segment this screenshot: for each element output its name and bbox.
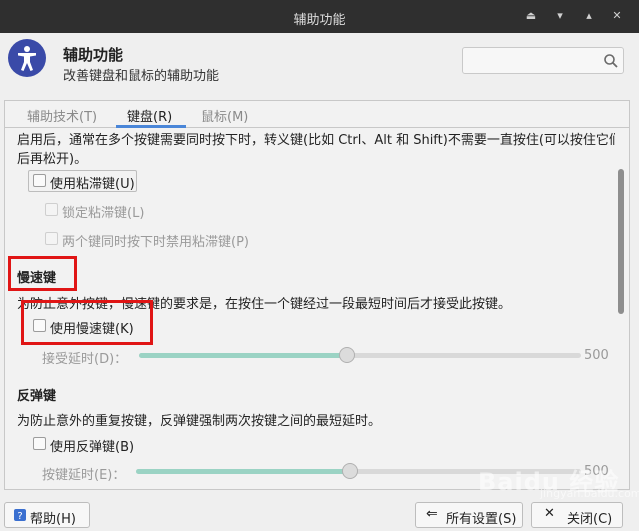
bounce-delay-slider-fill <box>136 469 350 474</box>
close-window-icon[interactable]: ✕ <box>610 9 624 23</box>
help-label: 帮助(H) <box>30 512 76 527</box>
disable-sticky-keys-label: 两个键同时按下时禁用粘滞键(P) <box>62 235 249 250</box>
all-settings-button[interactable]: ⇐ 所有设置(S) <box>415 502 523 528</box>
tab-keyboard[interactable]: 键盘(R) <box>127 106 172 125</box>
watermark-url: jingyan.baidu.com <box>540 487 639 500</box>
window-title: 辅助功能 <box>293 13 346 28</box>
maximize-icon[interactable]: ▴ <box>582 9 596 23</box>
bounce-delay-slider-handle[interactable] <box>342 463 358 479</box>
lock-sticky-keys-checkbox[interactable] <box>45 203 58 216</box>
footer: ? 帮助(H) ⇐ 所有设置(S) ✕ 关闭(C) <box>0 496 639 531</box>
highlight-slow-keys-checkbox <box>21 300 153 345</box>
accessibility-icon <box>8 39 46 77</box>
help-button[interactable]: ? 帮助(H) <box>4 502 90 528</box>
page-subtitle: 改善键盘和鼠标的辅助功能 <box>63 69 220 84</box>
acceptance-delay-slider-fill <box>139 353 347 358</box>
title-bar: 辅助功能 ⏏ ▾ ▴ ✕ <box>0 0 639 33</box>
close-icon: ✕ <box>544 506 555 521</box>
sticky-keys-description-cont: 后再松开)。 <box>17 152 88 167</box>
close-label: 关闭(C) <box>567 512 613 527</box>
acceptance-delay-slider[interactable] <box>139 347 581 363</box>
acceptance-delay-value: 500 <box>584 348 609 363</box>
search-icon <box>604 54 618 68</box>
search-input[interactable] <box>462 47 624 74</box>
bounce-keys-heading: 反弹键 <box>17 389 57 404</box>
back-arrow-icon: ⇐ <box>426 506 438 522</box>
help-icon: ? <box>14 509 26 522</box>
tab-assistive-technologies[interactable]: 辅助技术(T) <box>27 106 97 125</box>
acceptance-delay-label: 接受延时(D)： <box>42 352 128 367</box>
bounce-keys-description: 为防止意外的重复按键，反弹键强制两次按键之间的最短延时。 <box>17 414 382 429</box>
highlight-slow-keys-heading <box>8 256 77 291</box>
tab-bar: 辅助技术(T) 键盘(R) 鼠标(M) <box>5 101 629 128</box>
scrollbar-thumb[interactable] <box>618 169 624 314</box>
minimize-icon[interactable]: ▾ <box>553 9 567 23</box>
header: 辅助功能 改善键盘和鼠标的辅助功能 <box>0 33 639 96</box>
active-tab-indicator <box>116 125 186 128</box>
lock-sticky-keys-label: 锁定粘滞键(L) <box>62 206 145 221</box>
bounce-delay-label: 按键延时(E)： <box>42 468 126 483</box>
acceptance-delay-slider-handle[interactable] <box>339 347 355 363</box>
disable-sticky-keys-checkbox[interactable] <box>45 232 58 245</box>
close-button[interactable]: ✕ 关闭(C) <box>531 502 623 528</box>
shade-icon[interactable]: ⏏ <box>524 9 538 23</box>
tab-mouse[interactable]: 鼠标(M) <box>201 106 248 125</box>
sticky-keys-description: 启用后，通常在多个按键需要同时按下时，转义键(比如 Ctrl、Alt 和 Shi… <box>17 133 615 148</box>
svg-text:?: ? <box>17 511 22 522</box>
bounce-keys-label[interactable]: 使用反弹键(B) <box>50 436 134 455</box>
all-settings-label: 所有设置(S) <box>446 512 517 527</box>
settings-panel: 辅助技术(T) 键盘(R) 鼠标(M) 启用后，通常在多个按键需要同时按下时，转… <box>4 100 630 490</box>
page-title: 辅助功能 <box>63 46 124 64</box>
content-scrollbar[interactable] <box>617 133 625 483</box>
sticky-keys-label[interactable]: 使用粘滞键(U) <box>50 173 135 192</box>
sticky-keys-checkbox[interactable] <box>33 174 46 187</box>
bounce-keys-checkbox[interactable] <box>33 437 46 450</box>
